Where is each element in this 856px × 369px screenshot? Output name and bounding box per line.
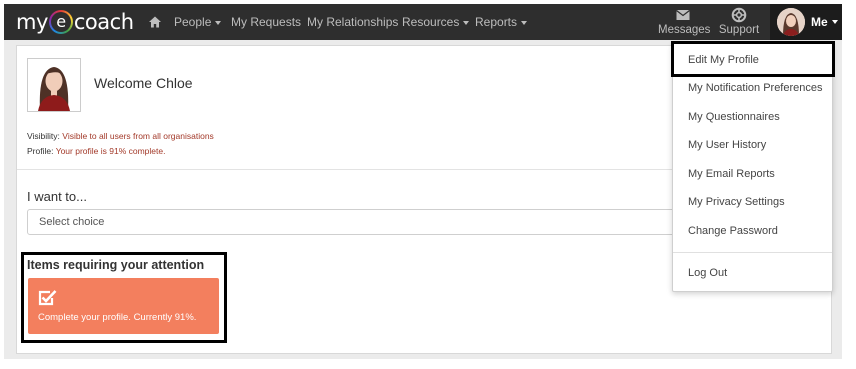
i-want-to-select[interactable]: Select choice bbox=[27, 209, 689, 235]
checkbox-checked-icon bbox=[38, 290, 57, 306]
me-dropdown-menu: Edit My Profile My Notification Preferen… bbox=[672, 42, 833, 292]
menu-change-password[interactable]: Change Password bbox=[688, 225, 778, 237]
nav-support[interactable]: Support bbox=[718, 7, 760, 36]
welcome-heading: Welcome Chloe bbox=[94, 75, 193, 91]
user-avatar-image bbox=[777, 8, 805, 36]
menu-my-questionnaires[interactable]: My Questionnaires bbox=[688, 111, 780, 123]
nav-people[interactable]: People bbox=[174, 15, 222, 29]
menu-my-email-reports[interactable]: My Email Reports bbox=[688, 168, 775, 180]
nav-my-relationships[interactable]: My Relationships bbox=[307, 15, 398, 29]
brand-e: e bbox=[49, 10, 73, 34]
nav-my-requests[interactable]: My Requests bbox=[231, 15, 301, 29]
attention-card-text: Complete your profile. Currently 91%. bbox=[38, 312, 197, 323]
chevron-down-icon bbox=[521, 20, 528, 25]
menu-notification-preferences[interactable]: My Notification Preferences bbox=[688, 82, 823, 94]
select-placeholder: Select choice bbox=[39, 216, 105, 228]
brand-my: my bbox=[16, 10, 48, 34]
complete-profile-card[interactable]: Complete your profile. Currently 91%. bbox=[28, 278, 219, 334]
menu-log-out[interactable]: Log Out bbox=[688, 267, 727, 279]
menu-my-user-history[interactable]: My User History bbox=[688, 139, 766, 151]
attention-heading: Items requiring your attention bbox=[27, 258, 205, 272]
i-want-to-label: I want to... bbox=[27, 189, 87, 204]
lifebuoy-icon bbox=[731, 7, 747, 23]
top-navbar: my e coach People My Requests My Relatio… bbox=[4, 4, 842, 40]
nav-reports[interactable]: Reports bbox=[475, 15, 528, 29]
brand-logo[interactable]: my e coach bbox=[16, 7, 134, 37]
chevron-down-icon bbox=[463, 20, 470, 25]
menu-my-privacy-settings[interactable]: My Privacy Settings bbox=[688, 196, 785, 208]
home-icon[interactable] bbox=[148, 15, 162, 29]
visibility-info: Visibility: Visible to all users from al… bbox=[27, 131, 214, 141]
brand-coach: coach bbox=[73, 10, 134, 34]
profile-completion-info: Profile: Your profile is 91% complete. bbox=[27, 146, 166, 156]
envelope-icon bbox=[676, 10, 690, 20]
chevron-down-icon bbox=[215, 20, 222, 25]
chevron-down-icon bbox=[832, 20, 838, 24]
profile-image bbox=[28, 59, 80, 111]
nav-messages[interactable]: Messages bbox=[658, 7, 710, 36]
profile-photo bbox=[27, 58, 81, 112]
avatar bbox=[777, 8, 805, 36]
nav-resources[interactable]: Resources bbox=[402, 15, 470, 29]
nav-me-menu[interactable]: Me bbox=[770, 4, 842, 40]
edit-profile-highlight-frame bbox=[671, 41, 835, 77]
menu-divider bbox=[673, 252, 832, 253]
